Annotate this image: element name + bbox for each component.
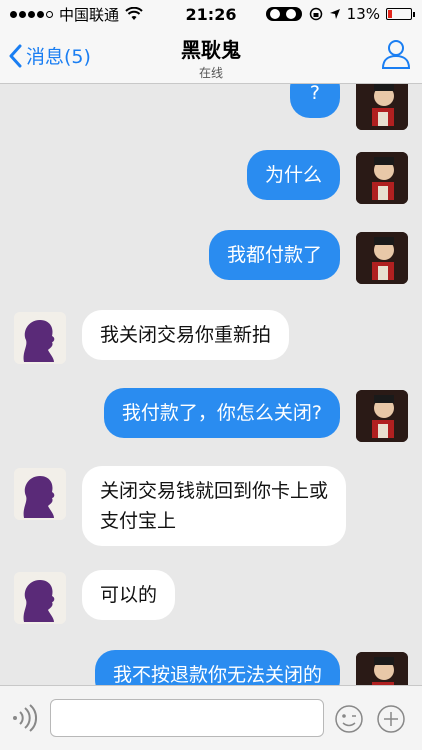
profile-icon[interactable] — [380, 38, 412, 70]
emoji-icon[interactable] — [334, 704, 364, 734]
status-bar: 中国联通 21:26 13% — [0, 0, 422, 28]
message-line: 支付宝上 — [100, 510, 177, 532]
pinocchio-avatar-icon — [356, 152, 408, 204]
message-row: 我付款了，你怎么关闭? — [0, 388, 422, 444]
message-row: 我关闭交易你重新拍 — [0, 310, 422, 366]
battery-icon — [386, 8, 415, 20]
contact-avatar[interactable] — [14, 312, 66, 364]
battery-percent: 13% — [346, 5, 380, 23]
message-input[interactable] — [50, 699, 324, 737]
contact-status: 在线 — [198, 66, 223, 80]
message-row: 为什么 — [0, 150, 422, 206]
message-row: 关闭交易钱就回到你卡上或 支付宝上 — [0, 466, 422, 548]
my-avatar[interactable] — [356, 390, 408, 442]
status-left: 中国联通 — [10, 4, 143, 25]
my-avatar[interactable] — [356, 232, 408, 284]
contact-avatar[interactable] — [14, 572, 66, 624]
silhouette-avatar-icon — [14, 312, 66, 364]
silhouette-avatar-icon — [14, 468, 66, 520]
rotation-lock-icon — [309, 7, 322, 21]
pinocchio-avatar-icon — [356, 84, 408, 130]
nav-bar: 消息(5) 黑耿鬼 在线 — [0, 28, 422, 84]
chat-area[interactable]: ? 为什么 我都付款了 我关闭交易你重新拍 我付款了，你怎么关闭? 关闭交易钱就… — [0, 84, 422, 685]
message-row: 可以的 — [0, 570, 422, 626]
message-line: 关闭交易钱就回到你卡上或 — [100, 480, 329, 502]
my-avatar[interactable] — [356, 152, 408, 204]
contact-name: 黑耿鬼 — [181, 38, 241, 62]
message-row: 我都付款了 — [0, 230, 422, 286]
pinocchio-avatar-icon — [356, 652, 408, 685]
message-bubble[interactable]: 我付款了，你怎么关闭? — [103, 388, 340, 438]
message-bubble[interactable]: ? — [289, 84, 340, 118]
signal-strength-icon — [10, 10, 53, 18]
input-bar — [0, 685, 422, 750]
voice-input-icon[interactable] — [10, 704, 38, 732]
location-icon — [329, 9, 340, 19]
pinocchio-avatar-icon — [356, 232, 408, 284]
wifi-icon — [125, 7, 143, 20]
silhouette-avatar-icon — [14, 572, 66, 624]
message-bubble[interactable]: 可以的 — [82, 570, 176, 620]
status-right: 13% — [265, 5, 415, 23]
add-attachment-icon[interactable] — [376, 704, 406, 734]
message-row: ? — [0, 84, 422, 130]
message-bubble[interactable]: 我不按退款你无法关闭的 — [94, 650, 340, 685]
message-row: 我不按退款你无法关闭的 — [0, 650, 422, 685]
pinocchio-avatar-icon — [356, 390, 408, 442]
carrier-name: 中国联通 — [59, 5, 120, 24]
message-bubble[interactable]: 我都付款了 — [208, 230, 340, 280]
message-bubble[interactable]: 我关闭交易你重新拍 — [82, 310, 290, 360]
my-avatar[interactable] — [356, 84, 408, 130]
app-status-icon — [265, 7, 302, 21]
message-bubble[interactable]: 为什么 — [246, 150, 340, 200]
contact-avatar[interactable] — [14, 468, 66, 520]
message-bubble[interactable]: 关闭交易钱就回到你卡上或 支付宝上 — [82, 466, 347, 546]
my-avatar[interactable] — [356, 652, 408, 685]
